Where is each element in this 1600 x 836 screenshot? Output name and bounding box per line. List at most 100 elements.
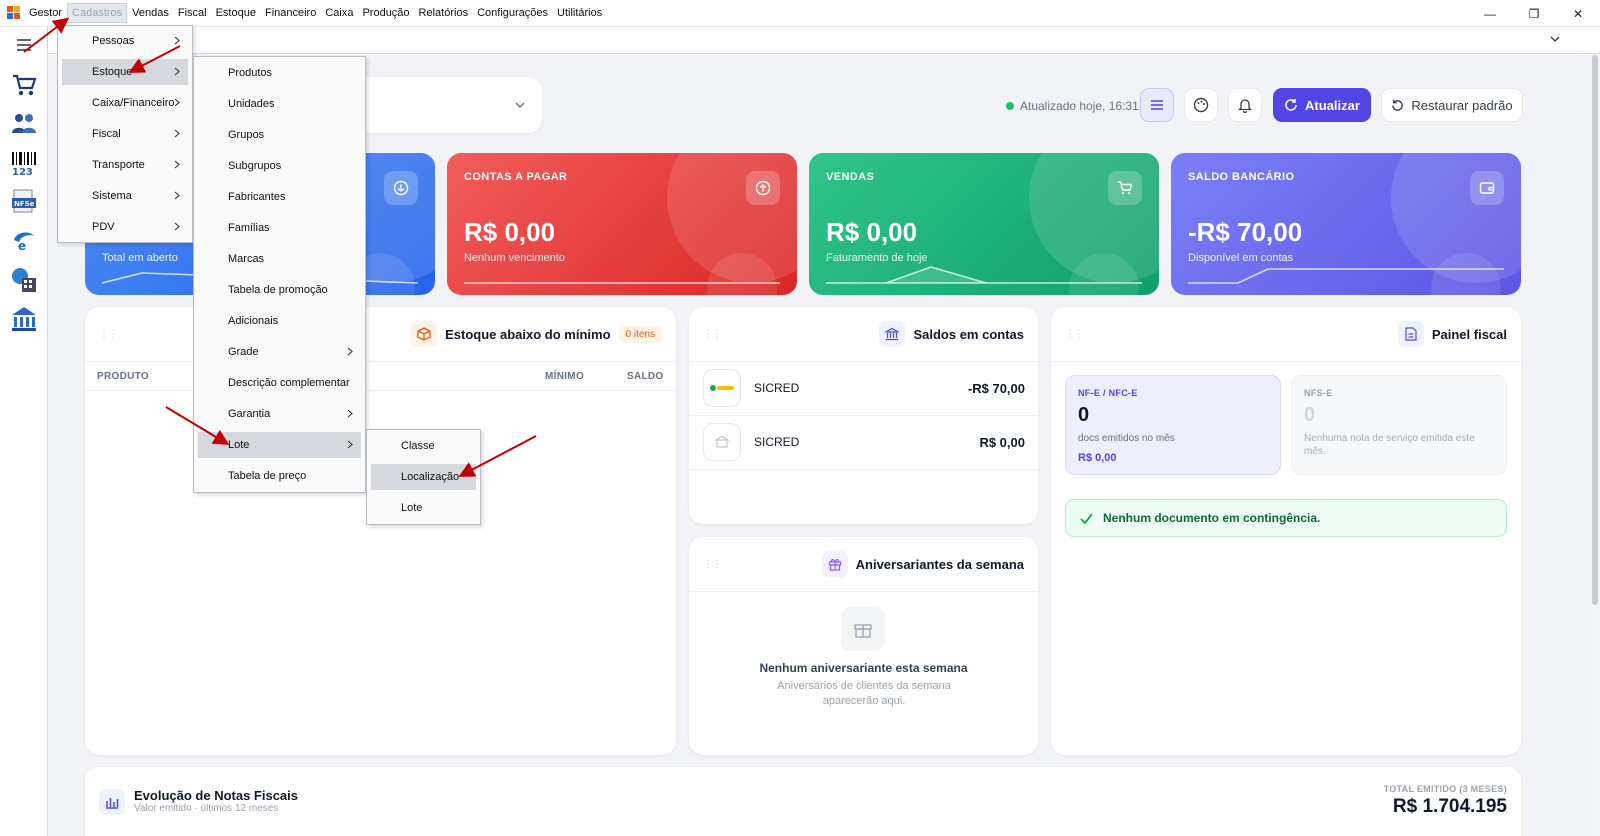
menu-item-tabela-preco[interactable]: Tabela de preço xyxy=(198,463,361,489)
estoque-submenu: Produtos Unidades Grupos Subgrupos Fabri… xyxy=(193,56,366,493)
kpi-contas-a-pagar[interactable]: CONTAS A PAGAR R$ 0,00 Nenhum vencimento xyxy=(447,153,797,295)
menu-vendas[interactable]: Vendas xyxy=(128,4,173,22)
sparkline xyxy=(826,266,1142,284)
minimize-button[interactable]: — xyxy=(1468,0,1512,27)
drag-handle-icon[interactable]: ⋮⋮ xyxy=(1065,329,1084,340)
menu-item-adicionais[interactable]: Adicionais xyxy=(198,308,361,334)
menu-item-pessoas[interactable]: Pessoas xyxy=(62,28,188,54)
document-icon xyxy=(1397,321,1424,347)
menu-item-marcas[interactable]: Marcas xyxy=(198,246,361,272)
restore-default-button[interactable]: Restaurar padrão xyxy=(1381,88,1523,122)
cart-icon[interactable] xyxy=(9,70,39,100)
kpi-label: VENDAS xyxy=(826,171,875,183)
menu-item-unidades[interactable]: Unidades xyxy=(198,91,361,117)
chevron-right-icon xyxy=(174,98,180,107)
fiscal-panel: ⋮⋮ Painel fiscal NF-E / NFC-E 0 docs emi… xyxy=(1051,307,1521,755)
bank-building-icon[interactable] xyxy=(9,304,39,334)
chevron-right-icon xyxy=(174,67,180,76)
nfe-icon[interactable]: e xyxy=(9,226,39,256)
account-balance: -R$ 70,00 xyxy=(967,380,1025,396)
menu-item-grade[interactable]: Grade xyxy=(198,339,361,365)
people-icon[interactable] xyxy=(9,108,39,138)
sparkline xyxy=(1188,268,1504,284)
calculator-globe-icon[interactable] xyxy=(9,265,39,295)
barcode-icon[interactable]: 123 xyxy=(9,148,39,178)
nfse-sub: Nenhuma nota de serviço emitida este mês… xyxy=(1304,433,1475,457)
close-button[interactable]: ✕ xyxy=(1556,0,1600,27)
menu-item-estoque[interactable]: Estoque xyxy=(62,59,188,85)
nfse-box[interactable]: NFS-E 0 Nenhuma nota de serviço emitida … xyxy=(1291,375,1507,475)
menu-item-caixa-financeiro[interactable]: Caixa/Financeiro xyxy=(62,90,188,116)
menu-item-classe[interactable]: Classe xyxy=(371,433,476,459)
bell-icon xyxy=(1238,99,1252,113)
maximize-button[interactable]: ❐ xyxy=(1512,0,1556,27)
empty-gift-icon xyxy=(841,607,885,651)
column-header-saldo[interactable]: SALDO xyxy=(627,371,664,382)
sparkline xyxy=(464,282,780,284)
menu-configuracoes[interactable]: Configurações xyxy=(473,4,552,22)
menu-item-garantia[interactable]: Garantia xyxy=(198,401,361,427)
menu-item-sistema[interactable]: Sistema xyxy=(62,183,188,209)
vertical-scrollbar[interactable] xyxy=(1590,55,1600,836)
menu-item-familias[interactable]: Famílias xyxy=(198,215,361,241)
palette-button[interactable] xyxy=(1184,88,1218,122)
account-row[interactable]: SICRED R$ 0,00 xyxy=(703,422,1025,462)
menu-financeiro[interactable]: Financeiro xyxy=(261,4,320,22)
menu-item-fabricantes[interactable]: Fabricantes xyxy=(198,184,361,210)
scrollbar-thumb[interactable] xyxy=(1592,55,1598,605)
list-view-button[interactable] xyxy=(1140,88,1174,122)
chevron-right-icon xyxy=(174,191,180,200)
menu-item-lote[interactable]: Lote xyxy=(198,432,361,458)
chevron-down-icon xyxy=(515,102,525,109)
menu-item-grupos[interactable]: Grupos xyxy=(198,122,361,148)
nfse-label: NFS-E xyxy=(1304,388,1333,398)
arrow-down-circle-icon xyxy=(384,171,418,205)
menu-cadastros[interactable]: Cadastros xyxy=(67,3,128,23)
drag-handle-icon[interactable]: ⋮⋮ xyxy=(703,559,722,570)
drag-handle-icon[interactable]: ⋮⋮ xyxy=(99,329,118,340)
menu-item-transporte[interactable]: Transporte xyxy=(62,152,188,178)
drag-handle-icon[interactable]: ⋮⋮ xyxy=(703,329,722,340)
sub-toolbar xyxy=(48,27,1600,54)
menu-item-fiscal[interactable]: Fiscal xyxy=(62,121,188,147)
menu-item-produtos[interactable]: Produtos xyxy=(198,60,361,86)
column-header-minimo[interactable]: MÍNIMO xyxy=(545,371,584,382)
left-toolbar: 123 NFSe e xyxy=(0,27,48,836)
status-dot-icon xyxy=(1006,102,1014,110)
menu-caixa[interactable]: Caixa xyxy=(321,4,357,22)
cart-icon xyxy=(1108,171,1142,205)
aniversariantes-title: Aniversariantes da semana xyxy=(821,551,1024,577)
notifications-button[interactable] xyxy=(1228,88,1262,122)
account-row[interactable]: SICRED -R$ 70,00 xyxy=(703,368,1025,408)
chevron-down-icon[interactable] xyxy=(1550,34,1560,44)
saldos-title-text: Saldos em contas xyxy=(913,326,1024,342)
menu-item-pdv[interactable]: PDV xyxy=(62,214,188,240)
bank-icon xyxy=(703,423,741,461)
menu-producao[interactable]: Produção xyxy=(358,4,413,22)
refresh-icon xyxy=(1285,99,1297,111)
bar-chart-icon xyxy=(99,789,125,815)
menu-estoque[interactable]: Estoque xyxy=(212,4,260,22)
menu-item-descricao-complementar[interactable]: Descrição complementar xyxy=(198,370,361,396)
hamburger-icon[interactable] xyxy=(9,30,39,60)
menu-relatorios[interactable]: Relatórios xyxy=(415,4,473,22)
column-header-produto[interactable]: PRODUTO xyxy=(97,371,149,382)
chevron-right-icon xyxy=(174,129,180,138)
nfse-icon[interactable]: NFSe xyxy=(9,187,39,217)
nfe-box[interactable]: NF-E / NFC-E 0 docs emitidos no mês R$ 0… xyxy=(1065,375,1281,475)
menu-item-tabela-promocao[interactable]: Tabela de promoção xyxy=(198,277,361,303)
kpi-vendas[interactable]: VENDAS R$ 0,00 Faturamento de hoje xyxy=(809,153,1159,295)
menu-item-subgrupos[interactable]: Subgrupos xyxy=(198,153,361,179)
account-name: SICRED xyxy=(754,435,800,449)
chevron-right-icon xyxy=(347,440,353,449)
menu-utilitarios[interactable]: Utilitários xyxy=(553,4,606,22)
palette-icon xyxy=(1193,97,1209,113)
menu-fiscal[interactable]: Fiscal xyxy=(174,4,211,22)
menu-item-lote-lote[interactable]: Lote xyxy=(371,495,476,521)
chevron-right-icon xyxy=(174,36,180,45)
menu-gestor[interactable]: Gestor xyxy=(25,4,66,22)
update-button[interactable]: Atualizar xyxy=(1273,88,1371,122)
account-name: SICRED xyxy=(754,381,800,395)
menu-item-localizacao[interactable]: Localização xyxy=(371,464,476,490)
kpi-saldo-bancario[interactable]: SALDO BANCÁRIO -R$ 70,00 Disponível em c… xyxy=(1171,153,1521,295)
